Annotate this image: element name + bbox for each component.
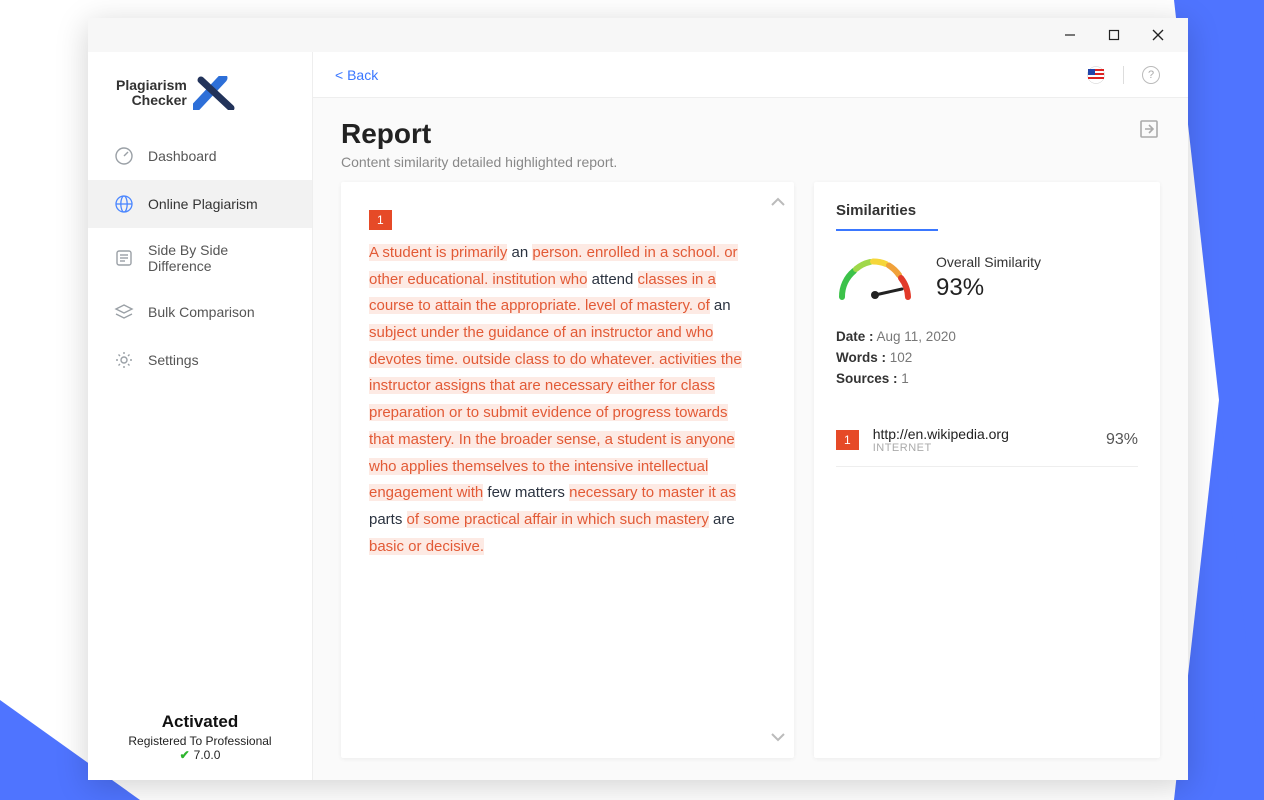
export-icon[interactable] (1138, 118, 1160, 145)
globe-icon (114, 194, 134, 214)
underline (836, 229, 938, 231)
text-segment: of some practical affair in which such m… (407, 511, 709, 528)
sidebar-item-side-by-side[interactable]: Side By Side Difference (88, 228, 312, 288)
main: < Back ? Report Content similarity detai… (313, 52, 1188, 780)
close-button[interactable] (1136, 20, 1180, 50)
sidebar-item-bulk-comparison[interactable]: Bulk Comparison (88, 288, 312, 336)
sources-list: 1 http://en.wikipedia.orgINTERNET 93% (836, 404, 1138, 467)
sidebar-item-dashboard[interactable]: Dashboard (88, 132, 312, 180)
sidebar-item-label: Side By Side Difference (148, 242, 294, 274)
sidebar: Plagiarism Checker Da (88, 52, 313, 780)
report-panel: 1 A student is primarily an person. enro… (341, 182, 794, 758)
layers-icon (114, 302, 134, 322)
language-flag-icon[interactable] (1087, 66, 1105, 84)
page-subtitle: Content similarity detailed highlighted … (341, 154, 617, 170)
sidebar-item-online-plagiarism[interactable]: Online Plagiarism (88, 180, 312, 228)
scroll-down-button[interactable] (770, 727, 786, 748)
compare-icon (114, 248, 134, 268)
page-title: Report (341, 118, 617, 150)
logo-icon (193, 76, 235, 110)
text-segment: basic or decisive. (369, 538, 484, 555)
version: ✔ 7.0.0 (96, 748, 304, 762)
source-percent: 93% (1106, 431, 1138, 449)
license-registration: Registered To Professional (96, 734, 304, 748)
report-sources: Sources : 1 (836, 371, 1138, 386)
text-segment: parts (369, 511, 407, 528)
divider (1123, 66, 1124, 84)
help-icon[interactable]: ? (1142, 66, 1160, 84)
text-segment: an (507, 244, 532, 261)
report-text: A student is primarily an person. enroll… (369, 240, 752, 560)
scroll-up-button[interactable] (770, 192, 786, 213)
text-segment: A student is primarily (369, 244, 507, 261)
source-type: INTERNET (873, 442, 1092, 454)
sidebar-footer: Activated Registered To Professional ✔ 7… (88, 700, 312, 780)
app-window: Plagiarism Checker Da (88, 18, 1188, 780)
overall-similarity-label: Overall Similarity (936, 254, 1041, 270)
similarities-heading: Similarities (836, 202, 1138, 229)
page-header: Report Content similarity detailed highl… (313, 98, 1188, 182)
text-segment: few matters (483, 484, 569, 501)
source-url: http://en.wikipedia.org (873, 426, 1092, 442)
sidebar-item-label: Dashboard (148, 148, 217, 164)
text-segment: an (710, 297, 731, 314)
text-segment: attend (587, 271, 637, 288)
similarities-panel: Similarities (814, 182, 1160, 758)
sidebar-item-label: Bulk Comparison (148, 304, 255, 320)
gear-icon (114, 350, 134, 370)
topbar: < Back ? (313, 52, 1188, 98)
text-segment: are (709, 511, 735, 528)
logo-line2: Checker (116, 93, 187, 108)
titlebar (88, 18, 1188, 52)
nav: Dashboard Online Plagiarism Side By Side… (88, 132, 312, 700)
dashboard-icon (114, 146, 134, 166)
logo-line1: Plagiarism (116, 78, 187, 93)
text-segment: subject under the guidance of an instruc… (369, 324, 742, 501)
sidebar-item-label: Settings (148, 352, 199, 368)
minimize-button[interactable] (1048, 20, 1092, 50)
sidebar-item-label: Online Plagiarism (148, 196, 258, 212)
similarity-gauge-icon (836, 253, 914, 303)
logo: Plagiarism Checker (88, 52, 312, 132)
maximize-button[interactable] (1092, 20, 1136, 50)
source-marker-badge: 1 (369, 210, 392, 230)
back-button[interactable]: < Back (335, 67, 378, 83)
sidebar-item-settings[interactable]: Settings (88, 336, 312, 384)
report-date: Date : Aug 11, 2020 (836, 329, 1138, 344)
report-words: Words : 102 (836, 350, 1138, 365)
text-segment: necessary to master it as (569, 484, 736, 501)
source-id-badge: 1 (836, 430, 859, 450)
source-row[interactable]: 1 http://en.wikipedia.orgINTERNET 93% (836, 418, 1138, 467)
overall-similarity-value: 93% (936, 274, 1041, 302)
license-status: Activated (96, 712, 304, 732)
check-icon: ✔ (180, 748, 190, 762)
